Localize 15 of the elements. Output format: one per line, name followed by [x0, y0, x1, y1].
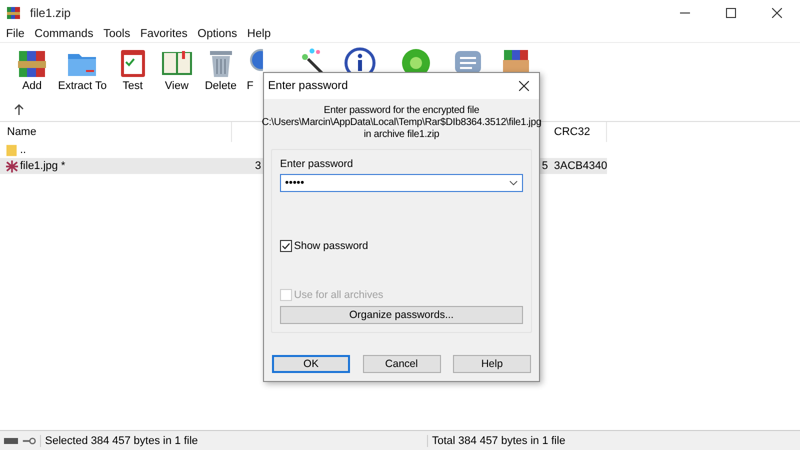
table-cell: 3ACB4340 — [554, 160, 608, 172]
checkbox-label: Show password — [294, 240, 368, 252]
dialog-message: C:\Users\Marcin\AppData\Local\Temp\Rar$DIb8364.3512\file1.jpg — [262, 117, 542, 129]
window-title: file1.zip — [30, 6, 71, 20]
table-cell: 3 — [255, 160, 262, 172]
status-text: Total 384 457 bytes in 1 file — [427, 434, 566, 446]
checkbox-label: Use for all archives — [294, 289, 384, 301]
field-label: Enter password — [280, 158, 354, 170]
dialog-message: Enter password for the encrypted file — [324, 105, 480, 117]
table-cell: 5 — [542, 160, 548, 172]
status-text: Selected 384 457 bytes in 1 file — [40, 434, 427, 446]
table-cell: .. — [0, 144, 255, 156]
dialog-message: in archive file1.zip — [364, 129, 440, 141]
dialog-title: Enter password — [268, 80, 348, 92]
table-cell: file1.jpg * — [0, 160, 255, 172]
